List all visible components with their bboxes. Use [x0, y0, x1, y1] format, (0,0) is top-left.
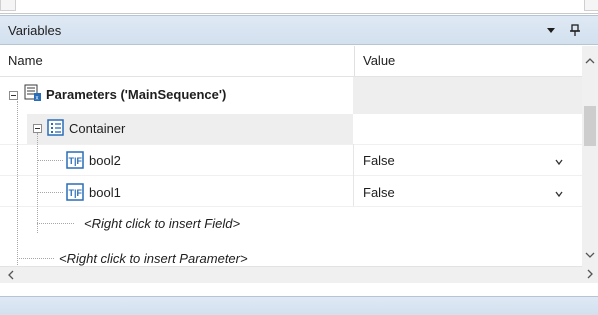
tree-connector [37, 192, 63, 193]
field-label-bool2: bool2 [89, 153, 121, 168]
vertical-scrollbar[interactable] [582, 46, 598, 266]
scroll-right-icon[interactable] [585, 269, 595, 279]
horizontal-scrollbar[interactable] [0, 266, 582, 283]
parameters-value-cell [353, 77, 582, 114]
container-icon [47, 119, 64, 136]
boolean-field-icon: T|F [66, 183, 84, 201]
svg-text:T|F: T|F [69, 188, 83, 198]
insert-field-hint[interactable]: <Right click to insert Field> [84, 216, 240, 231]
vertical-scroll-thumb[interactable] [584, 106, 596, 146]
value-dropdown-icon[interactable] [555, 190, 563, 198]
column-header-row: Name Value [0, 46, 582, 77]
tree-connector [17, 258, 54, 259]
tree-connector [17, 101, 18, 267]
svg-text:x: x [36, 96, 39, 102]
value-column-divider [353, 144, 354, 206]
scroll-down-icon[interactable] [585, 250, 595, 260]
divider [0, 13, 598, 14]
parameters-label: Parameters ('MainSequence') [46, 87, 227, 102]
container-label: Container [69, 121, 126, 136]
previous-panel-strip [0, 0, 598, 14]
field-label-bool1: bool1 [89, 185, 121, 200]
parameters-icon: x [24, 84, 41, 102]
variables-tree-grid: x Parameters ('MainSequence') Container … [0, 77, 582, 267]
column-header-value[interactable]: Value [363, 53, 395, 68]
insert-parameter-hint[interactable]: <Right click to insert Parameter> [59, 251, 248, 266]
tree-connector [37, 133, 38, 233]
collapse-container-icon[interactable] [33, 124, 42, 133]
panel-title: Variables [8, 23, 62, 38]
boolean-field-icon: T|F [66, 151, 84, 169]
field-value-bool2[interactable]: False [363, 153, 395, 168]
next-panel-header [0, 296, 598, 315]
value-dropdown-icon[interactable] [555, 158, 563, 166]
scroll-left-icon[interactable] [6, 270, 16, 280]
row-divider [0, 144, 582, 145]
field-value-bool1[interactable]: False [363, 185, 395, 200]
row-divider [0, 206, 582, 207]
column-resize-handle[interactable] [354, 46, 355, 76]
collapse-parameters-icon[interactable] [9, 91, 18, 100]
variables-panel-header: Variables [0, 15, 598, 45]
scroll-up-icon[interactable] [585, 56, 595, 66]
scroll-left-button[interactable] [0, 0, 16, 11]
dropdown-arrow-icon[interactable] [544, 23, 558, 37]
column-header-name[interactable]: Name [8, 53, 43, 68]
tree-connector [37, 160, 63, 161]
pin-icon[interactable] [568, 23, 582, 37]
svg-text:T|F: T|F [69, 156, 83, 166]
scroll-right-button[interactable] [584, 0, 598, 11]
panel-gap [0, 283, 598, 296]
row-divider [0, 175, 582, 176]
scrollbar-corner [582, 266, 598, 283]
tree-connector [37, 223, 74, 224]
